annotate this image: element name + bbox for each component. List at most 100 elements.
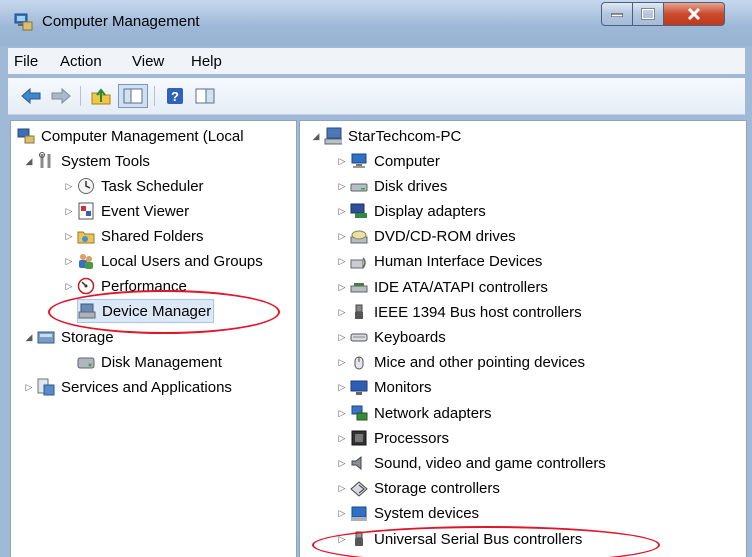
menu-action[interactable]: Action: [60, 53, 102, 70]
folder-up-icon: [91, 88, 111, 105]
dvd-drive-icon: [350, 228, 368, 246]
network-adapter-icon: [350, 404, 368, 422]
tree-item-label: Local Users and Groups: [101, 252, 263, 270]
tree-item-local-users-and-groups[interactable]: ▷ Local Users and Groups: [63, 249, 263, 273]
device-category-disk-drive[interactable]: ▷ Disk drives: [336, 174, 448, 198]
collapse-arrow-icon[interactable]: ◢: [23, 155, 35, 167]
device-category-storage-controller[interactable]: ▷ Storage controllers: [336, 477, 500, 501]
tree-item-task-scheduler[interactable]: ▷ Task Scheduler: [63, 174, 204, 198]
menu-help[interactable]: Help: [191, 53, 222, 70]
device-category-hid[interactable]: ▷ Human Interface Devices: [336, 250, 543, 274]
expand-arrow-icon[interactable]: ▷: [336, 407, 348, 419]
expand-arrow-icon[interactable]: ▷: [336, 256, 348, 268]
device-tree-root[interactable]: ◢ StarTechcom-PC: [310, 124, 461, 148]
computer-management-window: Computer Management File Action View Hel…: [0, 0, 752, 557]
expand-arrow-icon[interactable]: ▷: [336, 331, 348, 343]
tree-item-computer-management[interactable]: Computer Management (Local: [17, 124, 244, 148]
expand-arrow-icon[interactable]: ▷: [336, 281, 348, 293]
device-category-label: Disk drives: [374, 177, 448, 195]
device-category-mouse[interactable]: ▷ Mice and other pointing devices: [336, 351, 585, 375]
device-category-network-adapter[interactable]: ▷ Network adapters: [336, 401, 492, 425]
device-category-label: Network adapters: [374, 404, 492, 422]
tree-item-label: Shared Folders: [101, 227, 204, 245]
keyboard-icon: [350, 328, 368, 346]
device-category-label: Human Interface Devices: [374, 253, 543, 271]
expand-arrow-icon[interactable]: ▷: [63, 255, 75, 267]
device-category-system-devices[interactable]: ▷ System devices: [336, 502, 480, 526]
device-category-display-adapter[interactable]: ▷ Display adapters: [336, 199, 486, 223]
mouse-icon: [350, 354, 368, 372]
device-tree-pane: ◢ StarTechcom-PC ▷ Computer ▷ Disk drives ▷ D…: [299, 120, 747, 557]
expand-arrow-icon[interactable]: ▷: [23, 381, 35, 393]
expand-arrow-icon[interactable]: ▷: [336, 357, 348, 369]
forward-button[interactable]: [48, 84, 74, 108]
device-category-label: IDE ATA/ATAPI controllers: [374, 278, 548, 296]
help-button[interactable]: ?: [162, 84, 188, 108]
device-category-label: Monitors: [374, 379, 432, 397]
annotation-ellipse-usb-controllers: [312, 526, 660, 557]
help-icon: ?: [167, 88, 183, 104]
menu-bar: File Action View Help: [8, 48, 745, 74]
expand-arrow-icon[interactable]: ▷: [63, 180, 75, 192]
system-devices-icon: [350, 505, 368, 523]
expand-arrow-icon[interactable]: ▷: [336, 483, 348, 495]
device-category-monitor[interactable]: ▷ Monitors: [336, 376, 432, 400]
expand-arrow-icon[interactable]: ▷: [336, 508, 348, 520]
tree-item-label: Event Viewer: [101, 202, 190, 220]
disk-management-icon: [77, 353, 95, 371]
computer-management-icon: [14, 13, 34, 31]
tree-item-label: Computer Management (Local: [41, 127, 244, 145]
caption-buttons: [601, 2, 743, 26]
device-category-ide-controller[interactable]: ▷ IDE ATA/ATAPI controllers: [336, 275, 548, 299]
tree-item-disk-management[interactable]: Disk Management: [77, 350, 222, 374]
tree-item-label: Services and Applications: [61, 378, 232, 396]
expand-arrow-icon[interactable]: ▷: [63, 205, 75, 217]
device-category-sound[interactable]: ▷ Sound, video and game controllers: [336, 451, 606, 475]
back-button[interactable]: [18, 84, 44, 108]
maximize-button[interactable]: [633, 2, 664, 26]
expand-arrow-icon[interactable]: ▷: [63, 280, 75, 292]
expand-arrow-icon[interactable]: ▷: [336, 382, 348, 394]
users-icon: [77, 252, 95, 270]
annotation-ellipse-device-manager: [48, 290, 280, 334]
device-category-keyboard[interactable]: ▷ Keyboards: [336, 325, 446, 349]
device-tree-root-label: StarTechcom-PC: [348, 127, 462, 145]
expand-arrow-icon[interactable]: ▷: [336, 231, 348, 243]
expand-arrow-icon[interactable]: ▷: [336, 155, 348, 167]
device-category-dvd-drive[interactable]: ▷ DVD/CD-ROM drives: [336, 225, 516, 249]
tree-item-shared-folders[interactable]: ▷ Shared Folders: [63, 224, 204, 248]
services-icon: [37, 378, 55, 396]
action-pane-icon: [195, 88, 215, 104]
storage-icon: [37, 328, 55, 346]
disk-drive-icon: [350, 177, 368, 195]
device-category-processor[interactable]: ▷ Processors: [336, 426, 450, 450]
device-category-label: Mice and other pointing devices: [374, 354, 585, 372]
computer-management-icon: [17, 127, 35, 145]
expand-arrow-icon[interactable]: ▷: [336, 432, 348, 444]
title-bar[interactable]: Computer Management: [0, 0, 752, 46]
expand-arrow-icon[interactable]: ▷: [336, 180, 348, 192]
maximize-icon: [641, 8, 655, 20]
close-button[interactable]: [664, 2, 725, 26]
console-tree-icon: [123, 88, 143, 104]
device-category-computer[interactable]: ▷ Computer: [336, 149, 440, 173]
shared-folders-icon: [77, 227, 95, 245]
tree-item-services-and-applications[interactable]: ▷ Services and Applications: [23, 375, 232, 399]
expand-arrow-icon[interactable]: ▷: [336, 205, 348, 217]
toolbar-separator: [80, 86, 81, 106]
expand-arrow-icon[interactable]: ▷: [63, 230, 75, 242]
performance-icon: [77, 277, 95, 295]
show-hide-console-tree-button[interactable]: [118, 84, 148, 108]
up-folder-button[interactable]: [88, 84, 114, 108]
expand-arrow-icon[interactable]: ▷: [336, 457, 348, 469]
collapse-arrow-icon[interactable]: ◢: [310, 130, 322, 142]
expand-arrow-icon[interactable]: ▷: [336, 306, 348, 318]
tree-item-system-tools[interactable]: ◢ System Tools: [23, 149, 150, 173]
show-action-pane-button[interactable]: [192, 84, 218, 108]
device-category-ieee1394[interactable]: ▷ IEEE 1394 Bus host controllers: [336, 300, 582, 324]
menu-file[interactable]: File: [14, 53, 38, 70]
minimize-button[interactable]: [601, 2, 633, 26]
menu-view[interactable]: View: [132, 53, 164, 70]
tree-item-event-viewer[interactable]: ▷ Event Viewer: [63, 199, 189, 223]
collapse-arrow-icon[interactable]: ◢: [23, 331, 35, 343]
